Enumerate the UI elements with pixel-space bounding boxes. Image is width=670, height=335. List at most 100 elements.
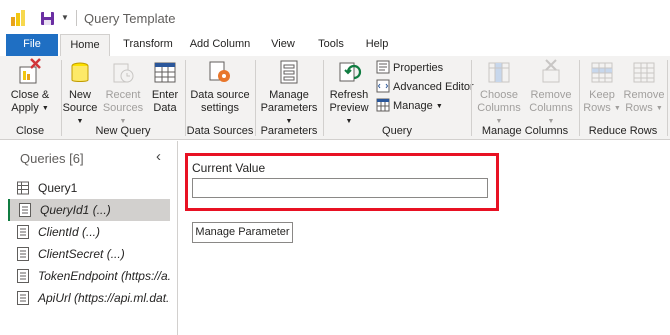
close-apply-label-1: Close & (10, 89, 50, 101)
power-bi-logo-icon (11, 10, 25, 26)
refresh-preview-button[interactable]: Refresh Preview ▼ (326, 58, 372, 128)
refresh-icon (339, 62, 362, 82)
manage-parameters-button[interactable]: Manage Parameters ▼ (256, 58, 322, 128)
tab-transform[interactable]: Transform (118, 34, 178, 56)
tab-help[interactable]: Help (362, 34, 392, 56)
query-item-label: ClientId (...) (38, 225, 101, 239)
parameter-icon (17, 269, 29, 283)
ribbon-group-new-query: New Source ▼ Recent Sources ▼ Enter Data… (62, 56, 184, 140)
query-item-label: ClientSecret (...) (38, 247, 125, 261)
parameter-editor: Current Value Manage Parameter (179, 141, 670, 335)
close-apply-button[interactable]: Close & Apply ▼ (4, 58, 56, 115)
query-item-clientid[interactable]: ClientId (...) (8, 221, 170, 243)
query-item-queryid1[interactable]: QueryId1 (...) (8, 199, 170, 221)
query-item-label: ApiUrl (https://api.ml.dat... (38, 291, 170, 305)
ribbon-group-parameters: Manage Parameters ▼ Parameters (256, 56, 322, 140)
keep-rows-button[interactable]: Keep Rows ▼ (582, 58, 622, 115)
remove-columns-chevron-icon: ▼ (547, 118, 555, 125)
new-source-label-2: Source (62, 102, 98, 114)
ribbon-group-close: Close & Apply ▼ Close (0, 56, 60, 140)
manage-parameters-label-2: Parameters (260, 102, 318, 114)
data-source-settings-label-2: settings (201, 102, 239, 114)
query-item-label: Query1 (38, 181, 78, 195)
new-source-button[interactable]: New Source ▼ (62, 58, 98, 128)
refresh-preview-chevron-icon: ▼ (345, 118, 353, 125)
data-source-settings-label-1: Data source (190, 89, 250, 101)
data-source-settings-icon (209, 61, 230, 82)
remove-rows-icon (633, 62, 655, 83)
remove-rows-button[interactable]: Remove Rows ▼ (622, 58, 666, 115)
ribbon-tab-bar: File Home Transform Add Column View Tool… (0, 34, 670, 57)
choose-columns-chevron-icon: ▼ (495, 118, 503, 125)
close-apply-icon (19, 58, 41, 84)
query-item-tokenendpoint[interactable]: TokenEndpoint (https://a... (8, 265, 170, 287)
group-label-manage-columns: Manage Columns (481, 125, 569, 137)
recent-sources-label-1: Recent (105, 89, 141, 101)
ribbon-separator (667, 60, 668, 136)
remove-rows-chevron-icon: ▼ (655, 105, 663, 112)
tab-view[interactable]: View (266, 34, 300, 56)
tab-add-column[interactable]: Add Column (187, 34, 253, 56)
new-source-label-1: New (68, 89, 91, 101)
manage-button[interactable]: Manage ▼ (376, 97, 443, 115)
database-icon (71, 62, 89, 82)
group-label-reduce-rows: Reduce Rows (588, 125, 658, 137)
manage-label: Manage (393, 100, 433, 112)
keep-rows-label-2: Rows (583, 102, 611, 114)
collapse-pane-chevron-icon[interactable]: ‹ (156, 148, 161, 165)
query-item-clientsecret[interactable]: ClientSecret (...) (8, 243, 170, 265)
manage-parameters-chevron-icon: ▼ (285, 118, 293, 125)
manage-parameters-label-1: Manage (269, 89, 309, 101)
choose-columns-icon (488, 62, 510, 83)
choose-columns-label-1: Choose (480, 89, 518, 101)
manage-parameter-button[interactable]: Manage Parameter (192, 222, 293, 243)
parameter-icon (17, 225, 29, 239)
customize-toolbar-chevron-icon[interactable]: ▼ (61, 12, 71, 24)
choose-columns-button[interactable]: Choose Columns ▼ (474, 58, 524, 128)
parameter-icon (19, 203, 31, 217)
tab-tools[interactable]: Tools (313, 34, 349, 56)
group-label-close: Close (15, 125, 45, 137)
keep-rows-label-1: Keep (589, 89, 615, 101)
recent-sources-label-2: Sources (102, 102, 144, 114)
current-value-label: Current Value (192, 161, 266, 175)
properties-label: Properties (393, 62, 444, 74)
window-title: Query Template (84, 11, 176, 26)
enter-data-button[interactable]: Enter Data (148, 58, 182, 115)
properties-button[interactable]: Properties (376, 59, 443, 77)
title-bar: ▼ Query Template (0, 0, 670, 36)
ribbon-group-data-sources: Data source settings Data Sources (186, 56, 254, 140)
remove-rows-label-2: Rows (625, 102, 653, 114)
refresh-preview-label-2: Preview (329, 102, 369, 114)
ribbon-group-query: Refresh Preview ▼ Properties Advanced Ed… (324, 56, 474, 140)
manage-chevron-icon: ▼ (435, 103, 443, 110)
recent-sources-icon (113, 63, 134, 83)
save-icon[interactable] (40, 11, 55, 26)
manage-parameters-icon (280, 60, 298, 84)
keep-rows-icon (591, 62, 613, 83)
tab-file[interactable]: File (6, 34, 58, 56)
table-grid-icon (154, 62, 176, 83)
close-apply-chevron-icon: ▼ (41, 105, 49, 112)
recent-sources-button[interactable]: Recent Sources ▼ (101, 58, 145, 128)
parameter-icon (17, 291, 29, 305)
data-source-settings-button[interactable]: Data source settings (188, 58, 252, 115)
title-separator (76, 10, 77, 26)
query-item-apiurl[interactable]: ApiUrl (https://api.ml.dat... (8, 287, 170, 309)
ribbon: Close & Apply ▼ Close New Source ▼ Recen… (0, 56, 670, 140)
queries-pane: Queries [6] ‹ Query1 QueryId1 (...) Clie… (0, 141, 178, 335)
recent-sources-chevron-icon: ▼ (119, 118, 127, 125)
remove-columns-button[interactable]: Remove Columns ▼ (526, 58, 576, 128)
choose-columns-label-2: Columns (477, 102, 521, 114)
manage-table-icon (376, 98, 390, 112)
remove-columns-label-2: Columns (529, 102, 573, 114)
advanced-editor-button[interactable]: Advanced Editor (376, 78, 474, 96)
tab-home[interactable]: Home (60, 34, 110, 57)
current-value-input[interactable] (192, 178, 488, 198)
close-apply-label-2: Apply (11, 102, 39, 114)
query-item-query1[interactable]: Query1 (8, 177, 170, 199)
group-label-new-query: New Query (95, 125, 151, 137)
ribbon-group-manage-columns: Choose Columns ▼ Remove Columns ▼ Manage… (472, 56, 578, 140)
remove-columns-icon (542, 59, 560, 83)
enter-data-label-2: Data (153, 102, 177, 114)
